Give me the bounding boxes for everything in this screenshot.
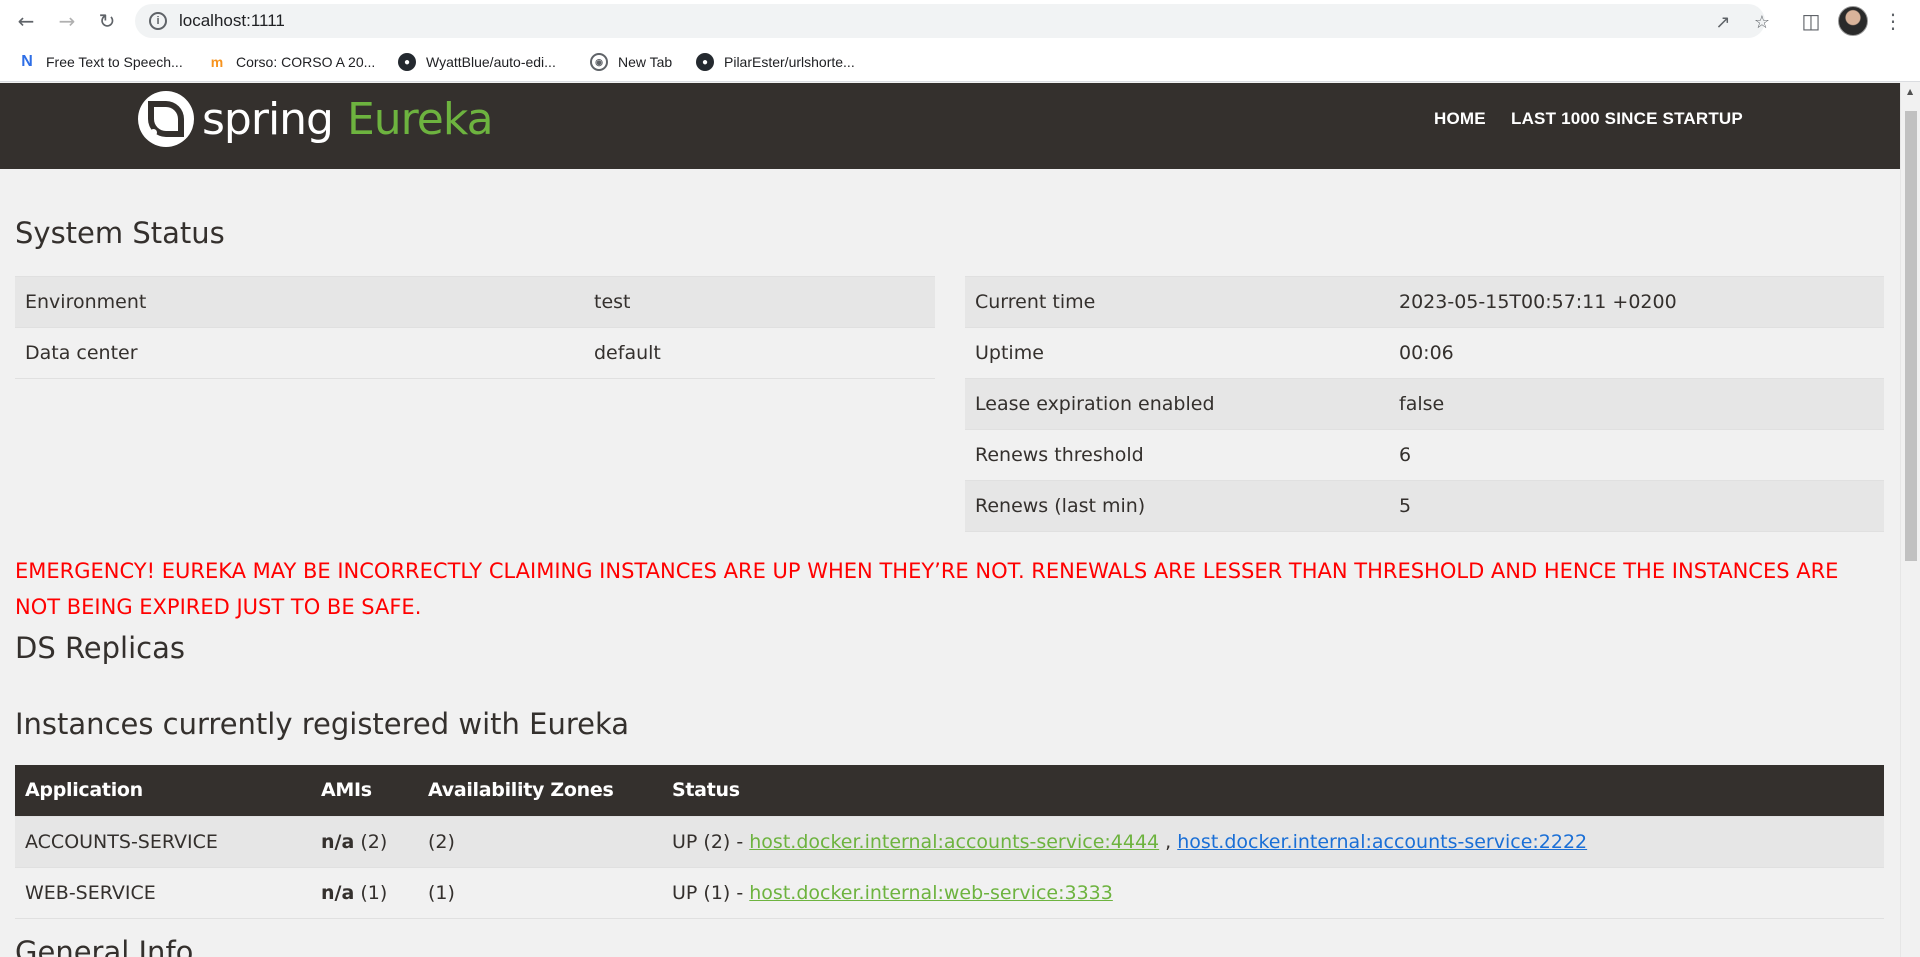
status-label: Current time: [965, 276, 1389, 328]
bookmark-item[interactable]: ◉ New Tab: [590, 50, 672, 74]
side-panel-icon[interactable]: ◫: [1798, 8, 1824, 34]
general-info-title: General Info: [15, 935, 194, 957]
table-row: Data center default: [15, 327, 935, 379]
table-row: Environment test: [15, 276, 935, 328]
eureka-header: spring Eureka HOME LAST 1000 SINCE START…: [0, 83, 1900, 169]
amis-value: n/a: [321, 830, 355, 853]
amis-value: n/a: [321, 881, 355, 904]
github-icon: ●: [398, 53, 416, 71]
system-status-left-table: Environment test Data center default: [15, 276, 935, 379]
column-header: Status: [662, 765, 1884, 816]
status-label: Data center: [15, 327, 584, 379]
menu-kebab-icon[interactable]: ⋮: [1880, 8, 1906, 34]
status-prefix: UP (2) -: [672, 830, 750, 853]
application-cell: WEB-SERVICE: [15, 866, 311, 919]
emergency-warning: EMERGENCY! EUREKA MAY BE INCORRECTLY CLA…: [15, 559, 1839, 619]
forward-icon[interactable]: →: [53, 7, 81, 35]
bookmark-label: New Tab: [618, 54, 673, 70]
ds-replicas-title: DS Replicas: [15, 631, 185, 665]
url-text[interactable]: localhost:1111: [179, 11, 285, 31]
zones-cell: (2): [418, 815, 662, 867]
bookmark-label: Corso: CORSO A 20...: [236, 54, 376, 70]
status-value: test: [584, 276, 935, 328]
bookmarks-bar: N Free Text to Speech... m Corso: CORSO …: [0, 42, 1920, 82]
bookmark-label: Free Text to Speech...: [46, 54, 183, 70]
nav-home[interactable]: HOME: [1434, 109, 1486, 129]
status-value: 6: [1389, 429, 1884, 481]
bookmark-item[interactable]: m Corso: CORSO A 20...: [208, 50, 376, 74]
status-prefix: UP (1) -: [672, 881, 750, 904]
bookmark-label: WyattBlue/auto-edi...: [426, 54, 556, 70]
column-header: AMIs: [311, 765, 418, 816]
column-header: Availability Zones: [418, 765, 662, 816]
instance-link[interactable]: host.docker.internal:accounts-service:22…: [1177, 831, 1587, 853]
status-value: false: [1389, 378, 1884, 430]
status-label: Renews threshold: [965, 429, 1389, 481]
status-value: 2023-05-15T00:57:11 +0200: [1389, 276, 1884, 328]
table-row: ACCOUNTS-SERVICE n/a (2) (2) UP (2) - ho…: [15, 815, 1884, 867]
table-row: Current time 2023-05-15T00:57:11 +0200: [965, 276, 1884, 328]
amis-cell: n/a (2): [311, 815, 418, 867]
bookmark-item[interactable]: ● WyattBlue/auto-edi...: [398, 50, 556, 74]
bookmark-item[interactable]: N Free Text to Speech...: [18, 50, 183, 74]
avatar[interactable]: [1838, 6, 1868, 36]
share-icon[interactable]: ↗: [1713, 12, 1733, 33]
table-row: Uptime 00:06: [965, 327, 1884, 379]
moodle-icon: m: [210, 54, 224, 70]
status-value: 00:06: [1389, 327, 1884, 379]
column-header: Application: [15, 765, 311, 816]
status-label: Environment: [15, 276, 584, 328]
status-cell: UP (2) - host.docker.internal:accounts-s…: [662, 815, 1884, 867]
instance-link[interactable]: host.docker.internal:accounts-service:44…: [749, 831, 1159, 853]
spring-eureka-logo[interactable]: spring Eureka: [138, 91, 494, 147]
instances-table: Application AMIs Availability Zones Stat…: [15, 765, 1884, 919]
nav-last-1000[interactable]: LAST 1000 SINCE STARTUP: [1511, 109, 1743, 129]
system-status-title: System Status: [15, 216, 225, 250]
amis-cell: n/a (1): [311, 866, 418, 919]
scrollbar-thumb[interactable]: [1905, 111, 1917, 561]
table-row: Lease expiration enabled false: [965, 378, 1884, 430]
status-label: Uptime: [965, 327, 1389, 379]
page-scrollbar[interactable]: ▲: [1900, 83, 1920, 957]
status-value: 5: [1389, 480, 1884, 532]
status-value: default: [584, 327, 935, 379]
status-label: Lease expiration enabled: [965, 378, 1389, 430]
bookmark-star-icon[interactable]: ☆: [1752, 12, 1772, 33]
zones-cell: (1): [418, 866, 662, 919]
table-header-row: Application AMIs Availability Zones Stat…: [15, 765, 1884, 816]
link-separator: ,: [1159, 830, 1178, 853]
n-icon: N: [21, 53, 33, 70]
amis-count: (1): [360, 881, 388, 904]
spring-leaf-icon: [138, 91, 194, 147]
address-bar[interactable]: i localhost:1111 ↗ ☆: [135, 4, 1770, 38]
reload-icon[interactable]: ↻: [93, 7, 121, 35]
instance-link[interactable]: host.docker.internal:web-service:3333: [749, 882, 1113, 904]
bookmark-item[interactable]: ● PilarEster/urlshorte...: [696, 50, 855, 74]
status-cell: UP (1) - host.docker.internal:web-servic…: [662, 866, 1884, 919]
page-viewport: spring Eureka HOME LAST 1000 SINCE START…: [0, 83, 1900, 957]
github-icon: ●: [696, 53, 714, 71]
amis-count: (2): [360, 830, 388, 853]
table-row: Renews (last min) 5: [965, 480, 1884, 532]
system-status-right-table: Current time 2023-05-15T00:57:11 +0200 U…: [965, 276, 1884, 532]
logo-spring-text: spring: [202, 93, 334, 145]
logo-eureka-text: Eureka: [346, 93, 494, 145]
bookmark-label: PilarEster/urlshorte...: [724, 54, 855, 70]
back-icon[interactable]: ←: [12, 7, 40, 35]
application-cell: ACCOUNTS-SERVICE: [15, 815, 311, 867]
scroll-up-icon[interactable]: ▲: [1907, 87, 1913, 96]
table-row: Renews threshold 6: [965, 429, 1884, 481]
site-info-icon[interactable]: i: [149, 12, 167, 30]
status-label: Renews (last min): [965, 480, 1389, 532]
table-row: WEB-SERVICE n/a (1) (1) UP (1) - host.do…: [15, 866, 1884, 919]
browser-toolbar: ← → ↻ i localhost:1111 ↗ ☆ ◫ ⋮: [0, 0, 1920, 42]
globe-icon: ◉: [590, 53, 608, 71]
instances-title: Instances currently registered with Eure…: [15, 707, 630, 741]
